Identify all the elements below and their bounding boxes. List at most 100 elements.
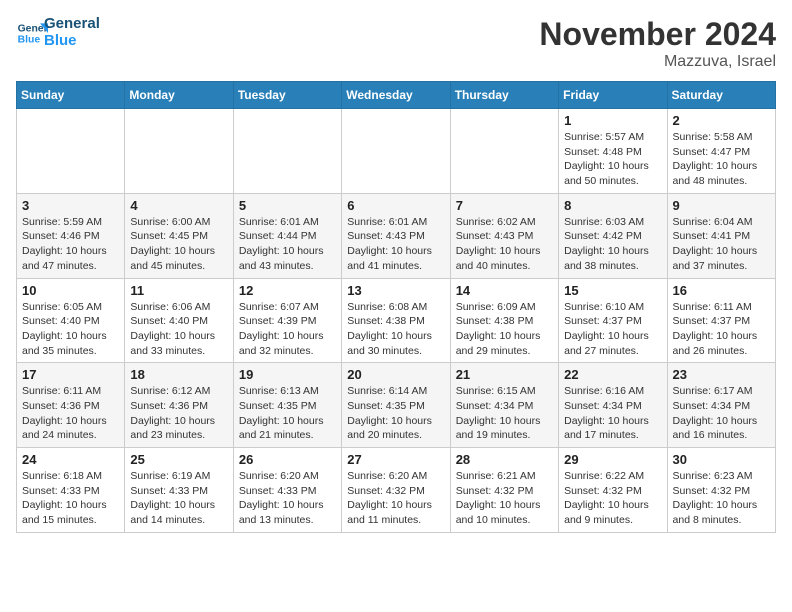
day-info: Sunrise: 6:20 AM Sunset: 4:32 PM Dayligh… [347, 469, 444, 528]
day-number: 6 [347, 198, 444, 213]
day-info: Sunrise: 6:12 AM Sunset: 4:36 PM Dayligh… [130, 384, 227, 443]
weekday-header: Friday [559, 82, 667, 109]
day-info: Sunrise: 6:01 AM Sunset: 4:44 PM Dayligh… [239, 215, 336, 274]
day-number: 1 [564, 113, 661, 128]
day-number: 13 [347, 283, 444, 298]
calendar-cell: 28 Sunrise: 6:21 AM Sunset: 4:32 PM Dayli… [450, 448, 558, 533]
calendar-cell [125, 109, 233, 194]
day-info: Sunrise: 6:22 AM Sunset: 4:32 PM Dayligh… [564, 469, 661, 528]
day-info: Sunrise: 6:14 AM Sunset: 4:35 PM Dayligh… [347, 384, 444, 443]
day-info: Sunrise: 6:10 AM Sunset: 4:37 PM Dayligh… [564, 300, 661, 359]
logo-general: General [44, 16, 100, 33]
calendar-cell: 16 Sunrise: 6:11 AM Sunset: 4:37 PM Dayli… [667, 278, 775, 363]
calendar-week-row: 10 Sunrise: 6:05 AM Sunset: 4:40 PM Dayli… [17, 278, 776, 363]
calendar-cell [233, 109, 341, 194]
day-number: 20 [347, 367, 444, 382]
day-number: 11 [130, 283, 227, 298]
calendar-week-row: 24 Sunrise: 6:18 AM Sunset: 4:33 PM Dayli… [17, 448, 776, 533]
day-number: 21 [456, 367, 553, 382]
calendar-cell: 18 Sunrise: 6:12 AM Sunset: 4:36 PM Dayli… [125, 363, 233, 448]
calendar-cell: 27Sunrise: 6:20 AM Sunset: 4:32 PM Dayli… [342, 448, 450, 533]
day-info: Sunrise: 6:20 AM Sunset: 4:33 PM Dayligh… [239, 469, 336, 528]
calendar-cell: 3 Sunrise: 5:59 AM Sunset: 4:46 PM Daylig… [17, 193, 125, 278]
calendar-cell: 23 Sunrise: 6:17 AM Sunset: 4:34 PM Dayli… [667, 363, 775, 448]
day-info: Sunrise: 6:19 AM Sunset: 4:33 PM Dayligh… [130, 469, 227, 528]
calendar-cell: 4 Sunrise: 6:00 AM Sunset: 4:45 PM Daylig… [125, 193, 233, 278]
calendar-cell: 11 Sunrise: 6:06 AM Sunset: 4:40 PM Dayli… [125, 278, 233, 363]
day-number: 22 [564, 367, 661, 382]
calendar-cell: 2Sunrise: 5:58 AM Sunset: 4:47 PM Daylig… [667, 109, 775, 194]
title-section: November 2024 Mazzuva, Israel [539, 16, 776, 71]
day-number: 17 [22, 367, 119, 382]
day-info: Sunrise: 6:15 AM Sunset: 4:34 PM Dayligh… [456, 384, 553, 443]
day-info: Sunrise: 6:04 AM Sunset: 4:41 PM Dayligh… [673, 215, 770, 274]
day-info: Sunrise: 6:11 AM Sunset: 4:37 PM Dayligh… [673, 300, 770, 359]
calendar-cell: 20 Sunrise: 6:14 AM Sunset: 4:35 PM Dayli… [342, 363, 450, 448]
day-info: Sunrise: 6:23 AM Sunset: 4:32 PM Dayligh… [673, 469, 770, 528]
calendar-cell: 5Sunrise: 6:01 AM Sunset: 4:44 PM Daylig… [233, 193, 341, 278]
calendar-cell: 10 Sunrise: 6:05 AM Sunset: 4:40 PM Dayli… [17, 278, 125, 363]
day-number: 23 [673, 367, 770, 382]
day-info: Sunrise: 6:16 AM Sunset: 4:34 PM Dayligh… [564, 384, 661, 443]
day-number: 3 [22, 198, 119, 213]
calendar-cell: 9 Sunrise: 6:04 AM Sunset: 4:41 PM Daylig… [667, 193, 775, 278]
calendar-cell [450, 109, 558, 194]
calendar-cell [342, 109, 450, 194]
day-number: 30 [673, 452, 770, 467]
logo-blue: Blue [44, 33, 100, 50]
svg-text:Blue: Blue [18, 34, 41, 45]
day-number: 28 [456, 452, 553, 467]
day-info: Sunrise: 6:09 AM Sunset: 4:38 PM Dayligh… [456, 300, 553, 359]
day-number: 15 [564, 283, 661, 298]
logo: General Blue General Blue [16, 16, 100, 49]
weekday-header: Sunday [17, 82, 125, 109]
calendar-cell: 29 Sunrise: 6:22 AM Sunset: 4:32 PM Dayli… [559, 448, 667, 533]
day-info: Sunrise: 6:03 AM Sunset: 4:42 PM Dayligh… [564, 215, 661, 274]
calendar-cell: 24 Sunrise: 6:18 AM Sunset: 4:33 PM Dayli… [17, 448, 125, 533]
calendar-cell: 14 Sunrise: 6:09 AM Sunset: 4:38 PM Dayli… [450, 278, 558, 363]
calendar-cell: 12Sunrise: 6:07 AM Sunset: 4:39 PM Dayli… [233, 278, 341, 363]
calendar-week-row: 3 Sunrise: 5:59 AM Sunset: 4:46 PM Daylig… [17, 193, 776, 278]
day-number: 29 [564, 452, 661, 467]
calendar-cell: 15 Sunrise: 6:10 AM Sunset: 4:37 PM Dayli… [559, 278, 667, 363]
day-number: 14 [456, 283, 553, 298]
weekday-header: Thursday [450, 82, 558, 109]
weekday-header: Saturday [667, 82, 775, 109]
day-info: Sunrise: 5:57 AM Sunset: 4:48 PM Dayligh… [564, 130, 661, 189]
day-number: 4 [130, 198, 227, 213]
day-number: 9 [673, 198, 770, 213]
day-info: Sunrise: 6:02 AM Sunset: 4:43 PM Dayligh… [456, 215, 553, 274]
day-info: Sunrise: 6:21 AM Sunset: 4:32 PM Dayligh… [456, 469, 553, 528]
month-title: November 2024 [539, 16, 776, 53]
calendar-cell: 19Sunrise: 6:13 AM Sunset: 4:35 PM Dayli… [233, 363, 341, 448]
calendar-cell: 21 Sunrise: 6:15 AM Sunset: 4:34 PM Dayli… [450, 363, 558, 448]
calendar-cell: 22 Sunrise: 6:16 AM Sunset: 4:34 PM Dayli… [559, 363, 667, 448]
day-info: Sunrise: 6:11 AM Sunset: 4:36 PM Dayligh… [22, 384, 119, 443]
day-info: Sunrise: 6:17 AM Sunset: 4:34 PM Dayligh… [673, 384, 770, 443]
calendar-week-row: 1 Sunrise: 5:57 AM Sunset: 4:48 PM Daylig… [17, 109, 776, 194]
day-number: 10 [22, 283, 119, 298]
day-number: 2 [673, 113, 770, 128]
calendar-week-row: 17 Sunrise: 6:11 AM Sunset: 4:36 PM Dayli… [17, 363, 776, 448]
weekday-header: Tuesday [233, 82, 341, 109]
day-number: 19 [239, 367, 336, 382]
day-number: 16 [673, 283, 770, 298]
weekday-header: Wednesday [342, 82, 450, 109]
day-number: 18 [130, 367, 227, 382]
calendar-cell: 13 Sunrise: 6:08 AM Sunset: 4:38 PM Dayli… [342, 278, 450, 363]
day-info: Sunrise: 6:05 AM Sunset: 4:40 PM Dayligh… [22, 300, 119, 359]
day-info: Sunrise: 6:18 AM Sunset: 4:33 PM Dayligh… [22, 469, 119, 528]
day-info: Sunrise: 6:01 AM Sunset: 4:43 PM Dayligh… [347, 215, 444, 274]
calendar-cell: 6 Sunrise: 6:01 AM Sunset: 4:43 PM Daylig… [342, 193, 450, 278]
weekday-header: Monday [125, 82, 233, 109]
day-info: Sunrise: 5:59 AM Sunset: 4:46 PM Dayligh… [22, 215, 119, 274]
day-number: 24 [22, 452, 119, 467]
day-info: Sunrise: 6:08 AM Sunset: 4:38 PM Dayligh… [347, 300, 444, 359]
day-number: 25 [130, 452, 227, 467]
day-info: Sunrise: 6:06 AM Sunset: 4:40 PM Dayligh… [130, 300, 227, 359]
day-info: Sunrise: 6:00 AM Sunset: 4:45 PM Dayligh… [130, 215, 227, 274]
day-number: 26 [239, 452, 336, 467]
calendar-cell: 26 Sunrise: 6:20 AM Sunset: 4:33 PM Dayli… [233, 448, 341, 533]
calendar-cell: 30 Sunrise: 6:23 AM Sunset: 4:32 PM Dayli… [667, 448, 775, 533]
calendar-cell: 25 Sunrise: 6:19 AM Sunset: 4:33 PM Dayli… [125, 448, 233, 533]
